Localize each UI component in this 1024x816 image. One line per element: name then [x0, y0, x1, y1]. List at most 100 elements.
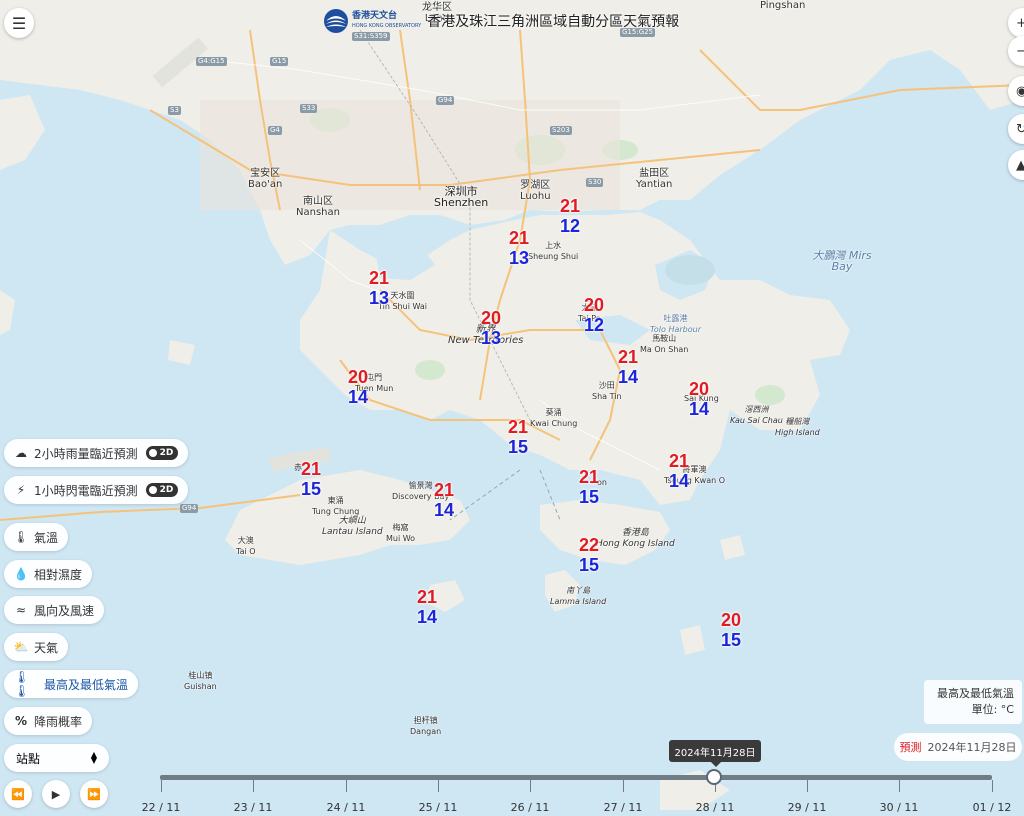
- menu-button[interactable]: ☰: [4, 8, 34, 38]
- play-icon: ▶: [51, 787, 61, 801]
- 2d-toggle[interactable]: 2D: [145, 446, 179, 460]
- play-button[interactable]: ▶: [42, 780, 70, 808]
- place-label: 罗湖区 Luohu: [520, 180, 551, 202]
- layer-max-min-temp[interactable]: 🌡🌡 最高及最低氣溫: [4, 670, 139, 698]
- max-temp: 20: [480, 308, 502, 328]
- logo-text-en: HONG KONG OBSERVATORY: [352, 23, 422, 29]
- temp-marker[interactable]: 22 15: [569, 535, 609, 575]
- layer-temperature[interactable]: 🌡 氣溫: [4, 523, 69, 551]
- temp-marker[interactable]: 20 14: [679, 379, 719, 419]
- timeline-date-label[interactable]: 24 / 11: [316, 801, 376, 814]
- rewind-button[interactable]: ⏪: [4, 780, 32, 808]
- timeline-tick: [530, 780, 531, 792]
- timeline-tick: [992, 780, 993, 792]
- temp-marker[interactable]: 20 15: [711, 610, 751, 650]
- road-shield: S3: [168, 106, 181, 115]
- timeline-track[interactable]: [160, 775, 992, 780]
- place-label: 宝安区 Bao'an: [248, 168, 283, 190]
- hamburger-icon: ☰: [11, 13, 27, 33]
- min-temp: 14: [433, 500, 455, 520]
- temp-marker[interactable]: 21 14: [424, 480, 464, 520]
- forecast-date: 2024年11月28日: [927, 741, 1017, 754]
- max-temp: 21: [433, 480, 455, 500]
- select-arrows-icon: ▲ ▼: [90, 750, 97, 765]
- temp-marker[interactable]: 21 15: [291, 459, 331, 499]
- timeline-date-label[interactable]: 29 / 11: [777, 801, 837, 814]
- temp-marker[interactable]: 21 13: [499, 228, 539, 268]
- temp-marker[interactable]: 20 13: [471, 308, 511, 348]
- road-shield: G4: [268, 126, 282, 135]
- map-background[interactable]: [0, 0, 1024, 816]
- legend: 最高及最低氣溫 單位: °C: [924, 680, 1022, 724]
- location-icon: ◉: [1016, 83, 1024, 99]
- place-label: Pingshan: [760, 0, 806, 11]
- min-temp: 12: [583, 315, 605, 335]
- temp-marker[interactable]: 20 12: [574, 295, 614, 335]
- layer-lightning-nowcast[interactable]: ⚡ 1小時閃電臨近預測 2D: [4, 476, 189, 504]
- station-select[interactable]: 站點 ▲ ▼: [4, 744, 109, 772]
- place-label: 南山区 Nanshan: [296, 196, 340, 218]
- forecast-date-badge: 預測 2024年11月28日: [894, 733, 1022, 761]
- place-label: 南丫島 Lamma Island: [550, 586, 607, 606]
- 2d-toggle[interactable]: 2D: [145, 483, 179, 497]
- max-temp: 21: [507, 417, 529, 437]
- layers-icon: ▲: [1016, 157, 1024, 173]
- layer-label: 2小時雨量臨近預測: [34, 446, 138, 461]
- layer-label: 氣溫: [34, 530, 59, 545]
- road-shield: G15: [270, 57, 289, 66]
- temp-marker[interactable]: 21 14: [659, 451, 699, 491]
- weather-icon: ⛅: [13, 640, 29, 654]
- timeline-date-label[interactable]: 23 / 11: [223, 801, 283, 814]
- min-temp: 13: [480, 328, 502, 348]
- min-temp: 15: [578, 487, 600, 507]
- layer-label: 1小時閃電臨近預測: [34, 483, 138, 498]
- temp-marker[interactable]: 21 14: [407, 587, 447, 627]
- place-label: 大澳 Tai O: [236, 536, 256, 556]
- place-label: 盐田区 Yantian: [636, 168, 673, 190]
- minus-icon: −: [1016, 43, 1024, 59]
- timeline-tick: [623, 780, 624, 792]
- lightning-icon: ⚡: [16, 483, 26, 497]
- min-temp: 14: [347, 387, 369, 407]
- layer-humidity[interactable]: 💧 相對濕度: [4, 560, 93, 588]
- layer-wind[interactable]: ≈ 風向及風速: [4, 596, 105, 624]
- min-temp: 15: [720, 630, 742, 650]
- rain-cloud-icon: ☁: [15, 446, 27, 460]
- layer-rain-nowcast[interactable]: ☁ 2小時雨量臨近預測 2D: [4, 439, 189, 467]
- max-min-temp-icon: 🌡🌡: [14, 670, 30, 698]
- rewind-icon: ⏪: [11, 787, 25, 801]
- max-temp: 21: [578, 467, 600, 487]
- timeline-date-label[interactable]: 22 / 11: [131, 801, 191, 814]
- road-shield: S30: [586, 178, 604, 187]
- layer-weather[interactable]: ⛅ 天氣: [4, 633, 69, 661]
- temp-marker[interactable]: 20 14: [338, 367, 378, 407]
- timeline-tick: [161, 780, 162, 792]
- legend-unit: 單位: °C: [971, 703, 1014, 716]
- timeline-date-label[interactable]: 25 / 11: [408, 801, 468, 814]
- timeline-tooltip: 2024年11月28日: [669, 740, 761, 767]
- fast-forward-button[interactable]: ⏩: [80, 780, 108, 808]
- wind-icon: ≈: [15, 603, 27, 617]
- timeline-date-label[interactable]: 30 / 11: [869, 801, 929, 814]
- page-title: 香港及珠江三角洲區域自動分區天氣預報: [427, 14, 680, 30]
- min-temp: 14: [416, 607, 438, 627]
- min-temp: 12: [559, 216, 581, 236]
- temp-marker[interactable]: 21 15: [498, 417, 538, 457]
- timeline-date-label[interactable]: 01 / 12: [962, 801, 1022, 814]
- place-label: 桂山镇 Guishan: [184, 671, 217, 691]
- road-shield: S203: [550, 126, 572, 135]
- place-label: 糧船灣 High Island: [775, 417, 820, 437]
- percent-icon: %: [14, 714, 28, 728]
- timeline-slider-handle[interactable]: [706, 769, 722, 785]
- temp-marker[interactable]: 21 12: [550, 196, 590, 236]
- timeline-date-label[interactable]: 27 / 11: [593, 801, 653, 814]
- timeline-date-label[interactable]: 28 / 11: [685, 801, 745, 814]
- temp-marker[interactable]: 21 13: [359, 268, 399, 308]
- forecast-label: 預測: [899, 741, 922, 754]
- temp-marker[interactable]: 21 15: [569, 467, 609, 507]
- layer-label: 風向及風速: [34, 603, 95, 618]
- timeline-date-label[interactable]: 26 / 11: [500, 801, 560, 814]
- min-temp: 15: [578, 555, 600, 575]
- layer-rain-probability[interactable]: % 降雨概率: [4, 707, 93, 735]
- temp-marker[interactable]: 21 14: [608, 347, 648, 387]
